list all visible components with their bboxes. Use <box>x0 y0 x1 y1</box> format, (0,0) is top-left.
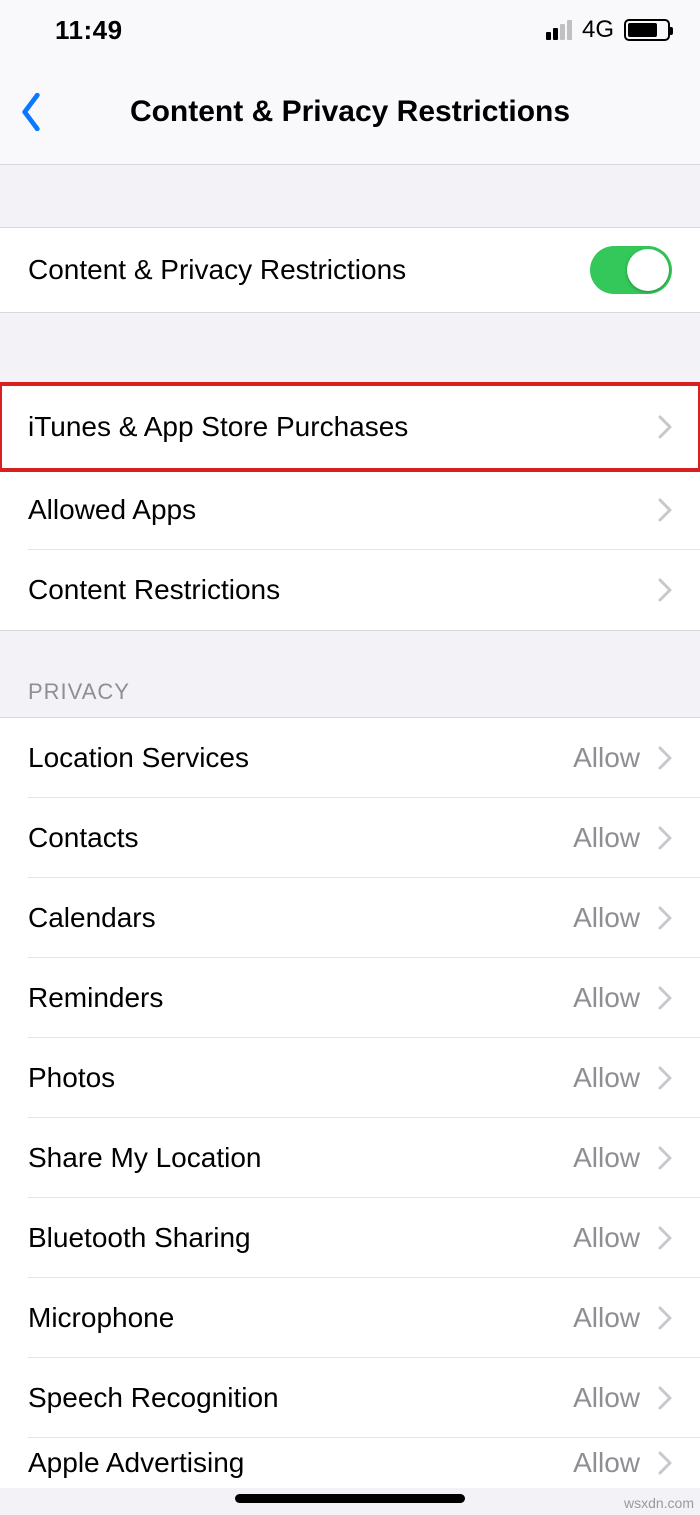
row-value: Allow <box>573 1382 640 1414</box>
row-value: Allow <box>573 1302 640 1334</box>
row-label: Allowed Apps <box>28 494 658 526</box>
watermark: wsxdn.com <box>624 1495 694 1511</box>
nav-header: Content & Privacy Restrictions <box>0 60 700 165</box>
row-value: Allow <box>573 982 640 1014</box>
privacy-section-header: PRIVACY <box>0 631 700 717</box>
status-time: 11:49 <box>55 15 123 46</box>
row-label: Photos <box>28 1062 573 1094</box>
bluetooth-sharing-row[interactable]: Bluetooth Sharing Allow <box>0 1198 700 1278</box>
chevron-left-icon <box>20 93 42 131</box>
row-label: Content Restrictions <box>28 574 658 606</box>
back-button[interactable] <box>16 91 46 133</box>
row-value: Allow <box>573 1222 640 1254</box>
row-label: iTunes & App Store Purchases <box>28 411 658 443</box>
content-restrictions-row[interactable]: Content Restrictions <box>0 550 700 630</box>
privacy-section: Location Services Allow Contacts Allow C… <box>0 717 700 1488</box>
row-label: Apple Advertising <box>28 1447 573 1479</box>
row-label: Calendars <box>28 902 573 934</box>
home-indicator[interactable] <box>235 1494 465 1503</box>
battery-icon <box>624 19 670 41</box>
section-gap <box>0 165 700 227</box>
apple-advertising-row[interactable]: Apple Advertising Allow <box>0 1438 700 1488</box>
toggle-knob <box>627 249 669 291</box>
row-value: Allow <box>573 822 640 854</box>
calendars-row[interactable]: Calendars Allow <box>0 878 700 958</box>
chevron-right-icon <box>658 986 672 1010</box>
page-title: Content & Privacy Restrictions <box>0 95 700 129</box>
toggle-section: Content & Privacy Restrictions <box>0 227 700 313</box>
share-location-row[interactable]: Share My Location Allow <box>0 1118 700 1198</box>
location-services-row[interactable]: Location Services Allow <box>0 718 700 798</box>
speech-recognition-row[interactable]: Speech Recognition Allow <box>0 1358 700 1438</box>
itunes-appstore-row[interactable]: iTunes & App Store Purchases <box>0 384 700 470</box>
section-gap <box>0 313 700 383</box>
chevron-right-icon <box>658 578 672 602</box>
chevron-right-icon <box>658 1386 672 1410</box>
row-label: Bluetooth Sharing <box>28 1222 573 1254</box>
reminders-row[interactable]: Reminders Allow <box>0 958 700 1038</box>
network-type: 4G <box>582 16 614 44</box>
restrictions-section: iTunes & App Store Purchases Allowed App… <box>0 383 700 631</box>
row-value: Allow <box>573 1447 640 1479</box>
chevron-right-icon <box>658 498 672 522</box>
chevron-right-icon <box>658 415 672 439</box>
row-label: Speech Recognition <box>28 1382 573 1414</box>
chevron-right-icon <box>658 906 672 930</box>
cellular-signal-icon <box>546 20 572 40</box>
allowed-apps-row[interactable]: Allowed Apps <box>0 470 700 550</box>
contacts-row[interactable]: Contacts Allow <box>0 798 700 878</box>
toggle-switch[interactable] <box>590 246 672 294</box>
chevron-right-icon <box>658 1306 672 1330</box>
row-value: Allow <box>573 1062 640 1094</box>
row-label: Contacts <box>28 822 573 854</box>
row-value: Allow <box>573 742 640 774</box>
row-value: Allow <box>573 1142 640 1174</box>
chevron-right-icon <box>658 826 672 850</box>
row-label: Location Services <box>28 742 573 774</box>
row-label: Reminders <box>28 982 573 1014</box>
row-label: Microphone <box>28 1302 573 1334</box>
microphone-row[interactable]: Microphone Allow <box>0 1278 700 1358</box>
status-right: 4G <box>546 16 670 44</box>
chevron-right-icon <box>658 1226 672 1250</box>
row-label: Share My Location <box>28 1142 573 1174</box>
chevron-right-icon <box>658 1146 672 1170</box>
chevron-right-icon <box>658 1451 672 1475</box>
status-bar: 11:49 4G <box>0 0 700 60</box>
chevron-right-icon <box>658 1066 672 1090</box>
row-value: Allow <box>573 902 640 934</box>
toggle-label: Content & Privacy Restrictions <box>28 254 590 286</box>
content-privacy-toggle-row[interactable]: Content & Privacy Restrictions <box>0 228 700 312</box>
chevron-right-icon <box>658 746 672 770</box>
photos-row[interactable]: Photos Allow <box>0 1038 700 1118</box>
